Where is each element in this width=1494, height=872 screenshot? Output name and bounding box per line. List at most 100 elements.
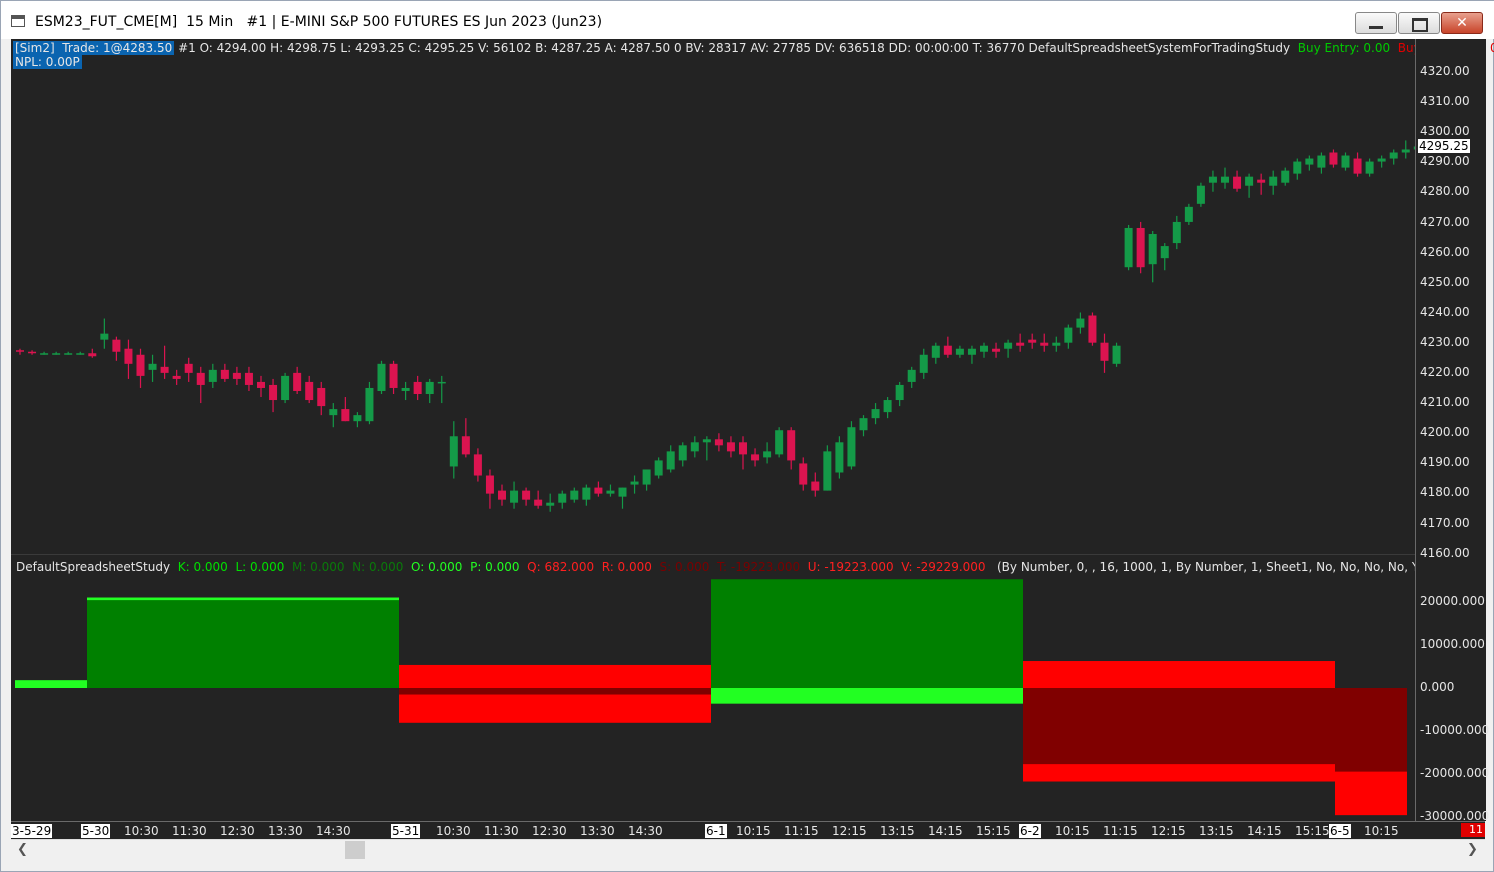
candle-body[interactable] [907,369,916,382]
candle-body[interactable] [329,409,338,416]
candle-body[interactable] [594,487,603,494]
candle-body[interactable] [124,348,133,364]
candle-body[interactable] [1305,158,1314,165]
candle-body[interactable] [449,436,458,467]
candle-body[interactable] [473,454,482,476]
candle-body[interactable] [1208,176,1217,183]
candle-body[interactable] [281,375,290,401]
candle-body[interactable] [1064,327,1073,343]
candle-body[interactable] [1088,315,1097,343]
candle-body[interactable] [642,469,651,485]
candle-body[interactable] [883,400,892,413]
candle-body[interactable] [100,333,109,340]
candle-body[interactable] [485,475,494,494]
candle-body[interactable] [534,499,543,506]
candle-body[interactable] [570,490,579,500]
candle-body[interactable] [401,387,410,391]
candle-body[interactable] [726,442,735,452]
candle-body[interactable] [666,451,675,470]
horizontal-scrollbar[interactable]: ❮ ❯ [11,839,1485,861]
candle-body[interactable] [510,490,519,503]
candle-body[interactable] [943,345,952,355]
candle-body[interactable] [196,372,205,385]
candle-body[interactable] [498,490,506,500]
candle-body[interactable] [184,363,193,373]
candle-body[interactable] [931,345,940,358]
candle-body[interactable] [1184,206,1193,222]
candle-body[interactable] [353,415,362,422]
candle-body[interactable] [293,372,302,391]
candle-body[interactable] [1401,149,1410,153]
scroll-thumb[interactable] [345,841,365,859]
candle-body[interactable] [305,381,314,401]
sim-trade-label[interactable]: [Sim2] Trade: 1@4283.50 [13,41,175,55]
candle-body[interactable] [1016,342,1025,346]
minimize-button[interactable] [1355,12,1397,34]
candle-body[interactable] [546,502,555,506]
candle-body[interactable] [208,369,217,382]
candle-body[interactable] [40,353,49,355]
candle-body[interactable] [811,481,820,491]
time-axis[interactable]: 3-5-29 5-30 10:30 11:30 12:30 13:30 14:30 5-31 1… [11,821,1485,839]
candle-body[interactable] [160,366,169,373]
close-button[interactable] [1441,12,1483,34]
candle-body[interactable] [232,372,241,379]
candle-body[interactable] [1052,342,1061,346]
candle-body[interactable] [317,387,326,407]
candle-body[interactable] [606,490,615,494]
candle-body[interactable] [461,436,470,455]
candle-body[interactable] [1389,152,1398,159]
candle-body[interactable] [389,363,398,388]
candle-body[interactable] [799,463,808,485]
candle-body[interactable] [244,372,253,385]
candle-body[interactable] [859,418,868,431]
candle-body[interactable] [690,442,699,452]
study-bar[interactable] [711,688,1023,704]
candle-body[interactable] [654,460,663,476]
candle-body[interactable] [1028,339,1037,343]
candle-body[interactable] [739,442,747,455]
candle-body[interactable] [16,350,24,352]
candle-body[interactable] [1221,176,1229,183]
chart-area[interactable]: [Sim2] Trade: 1@4283.50 #1 O: 4294.00 H:… [11,39,1494,821]
candle-body[interactable] [751,454,760,461]
candle-body[interactable] [618,487,627,497]
candle-body[interactable] [1112,345,1121,364]
candle-body[interactable] [257,381,265,388]
candle-body[interactable] [136,354,145,376]
candle-body[interactable] [1293,161,1302,174]
scroll-left-icon[interactable]: ❮ [17,842,28,857]
candle-body[interactable] [775,430,784,455]
candle-body[interactable] [1341,155,1350,168]
candle-body[interactable] [76,353,85,355]
candle-body[interactable] [835,442,844,473]
candle-body[interactable] [1245,176,1254,186]
candle-body[interactable] [377,363,386,391]
candle-body[interactable] [413,381,422,395]
title-bar[interactable]: ESM23_FUT_CME[M] 15 Min #1 | E-MINI S&P … [1,1,1494,39]
candle-body[interactable] [1317,155,1326,168]
candle-body[interactable] [871,409,880,419]
candle-body[interactable] [895,384,904,401]
candle-body[interactable] [1281,170,1290,183]
candle-body[interactable] [847,427,856,467]
candle-body[interactable] [558,493,567,503]
study-bar[interactable] [87,597,399,688]
candle-body[interactable] [763,451,772,458]
candle-body[interactable] [1004,342,1013,349]
candle-body[interactable] [1136,227,1145,268]
candle-body[interactable] [630,481,639,485]
candle-body[interactable] [52,353,61,355]
study-bar[interactable] [15,680,87,688]
candle-body[interactable] [714,439,723,446]
candle-body[interactable] [112,339,121,352]
candle-body[interactable] [823,451,832,491]
candle-body[interactable] [172,375,181,379]
candle-body[interactable] [1172,221,1181,244]
candle-body[interactable] [437,381,446,384]
candle-body[interactable] [1257,179,1266,183]
candle-body[interactable] [269,384,278,401]
candle-body[interactable] [992,348,1001,352]
candle-body[interactable] [678,445,687,461]
candle-body[interactable] [148,363,157,370]
